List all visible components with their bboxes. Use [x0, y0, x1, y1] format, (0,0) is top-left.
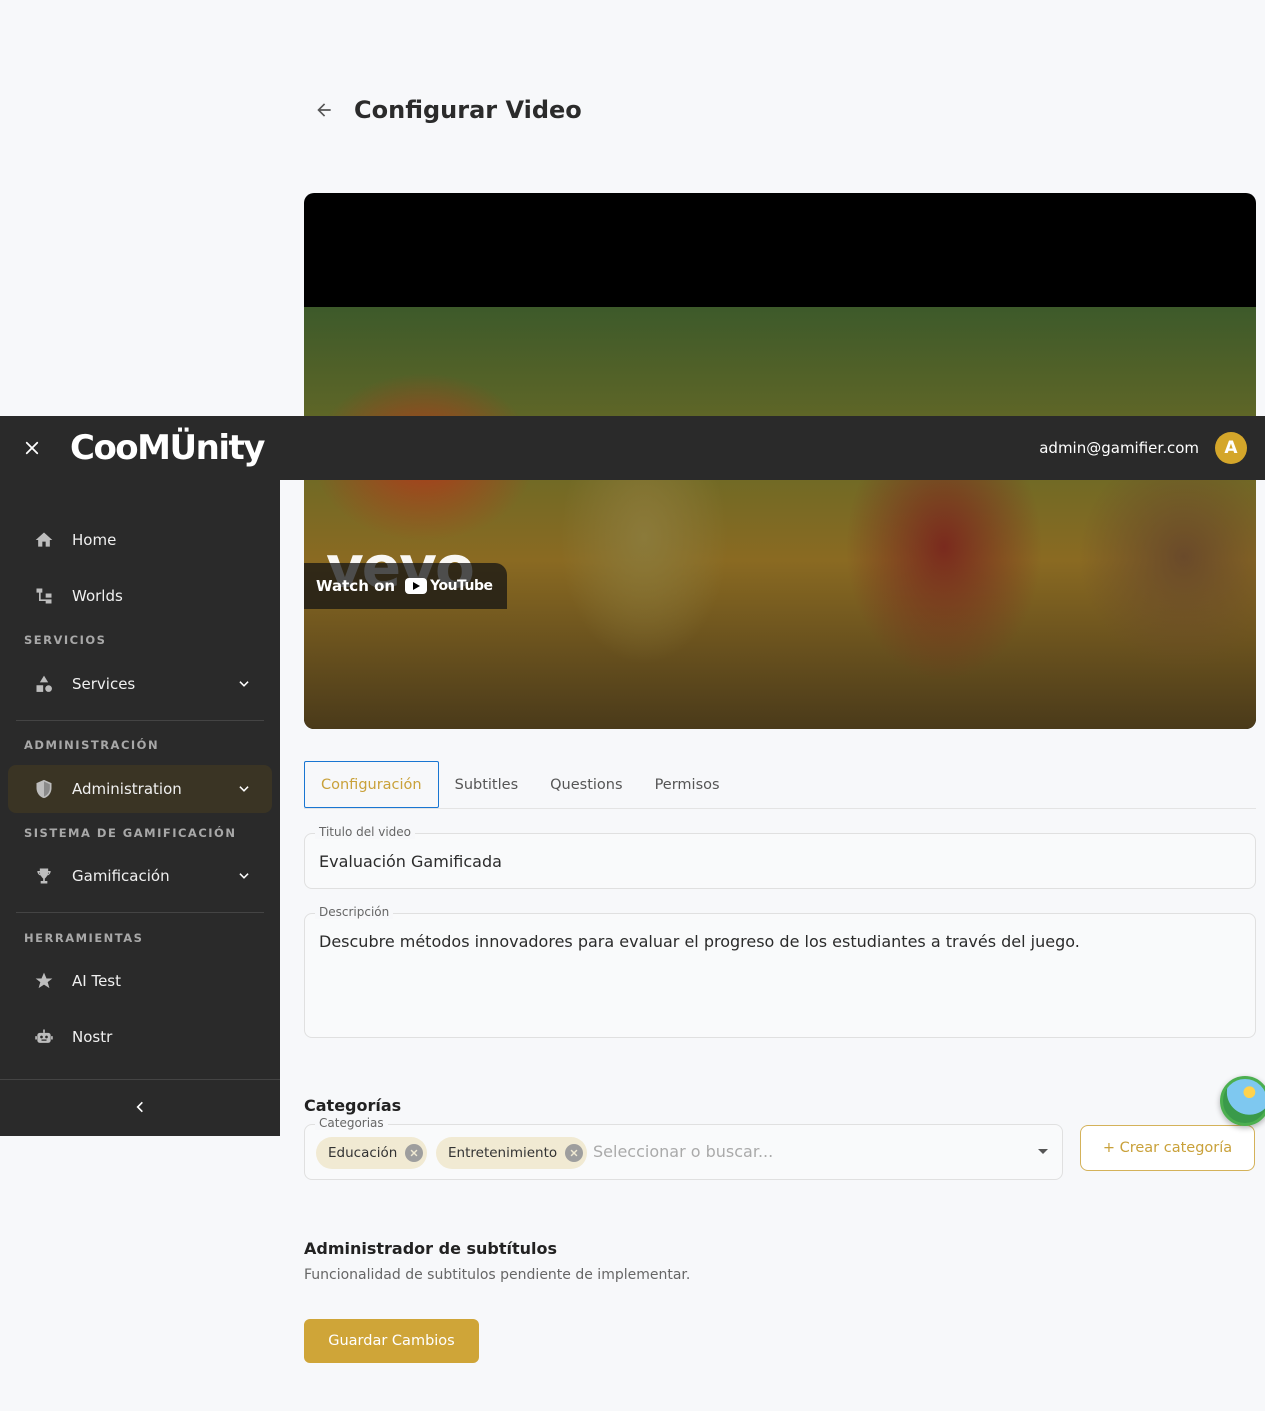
chevron-down-icon[interactable] — [234, 674, 254, 694]
section-servicios: SERVICIOS — [24, 633, 107, 647]
chevron-down-icon[interactable] — [234, 779, 254, 799]
save-changes-button[interactable]: Guardar Cambios — [304, 1319, 479, 1363]
beach-avatar-icon[interactable] — [1220, 1076, 1265, 1126]
logo-text: CooMÜnity — [70, 428, 265, 468]
youtube-play-icon — [405, 578, 428, 594]
categories-select[interactable]: Categorias Educación Entretenimiento — [304, 1116, 1063, 1180]
services-icon — [32, 672, 56, 696]
youtube-wordmark: YouTube — [430, 578, 493, 594]
arrow-back-icon[interactable] — [312, 98, 336, 122]
page-title: Configurar Video — [354, 96, 582, 124]
watch-on-youtube-button[interactable]: Watch on YouTube — [304, 563, 507, 609]
trophy-icon — [32, 864, 56, 888]
chevron-left-icon — [133, 1099, 147, 1118]
shield-icon — [32, 777, 56, 801]
collapse-sidebar-button[interactable] — [0, 1079, 280, 1136]
sidebar-divider — [16, 912, 264, 913]
remove-chip-icon[interactable] — [405, 1144, 424, 1162]
sidebar-item-label: Gamificación — [72, 867, 170, 885]
star-icon — [32, 969, 56, 993]
chevron-down-icon[interactable] — [234, 866, 254, 886]
tab-configuracion[interactable]: Configuración — [304, 761, 439, 808]
chip-label: Educación — [328, 1145, 398, 1161]
sidebar-item-administration[interactable]: Administration — [8, 765, 272, 813]
sidebar-item-label: Home — [72, 531, 117, 549]
worlds-icon — [32, 584, 56, 608]
video-title-value[interactable]: Evaluación Gamificada — [319, 852, 502, 871]
description-field[interactable]: Descripción Descubre métodos innovadores… — [304, 905, 1256, 1038]
user-email: admin@gamifier.com — [1039, 439, 1199, 457]
category-chip[interactable]: Entretenimiento — [436, 1137, 588, 1169]
subtitles-note: Funcionalidad de subtitulos pendiente de… — [304, 1267, 691, 1283]
section-administracion: ADMINISTRACIÓN — [24, 738, 160, 752]
tab-permisos[interactable]: Permisos — [639, 761, 736, 808]
description-value[interactable]: Descubre métodos innovadores para evalua… — [319, 932, 1080, 951]
page-header: Configurar Video — [312, 96, 582, 124]
sidebar-item-nostr[interactable]: Nostr — [8, 1013, 272, 1061]
category-search-input[interactable] — [593, 1142, 993, 1161]
close-icon[interactable] — [18, 434, 46, 462]
coomunity-logo[interactable]: CooMÜnity — [70, 428, 265, 468]
tab-subtitles[interactable]: Subtitles — [439, 761, 535, 808]
sidebar-item-label: Services — [72, 675, 136, 693]
sidebar-item-services[interactable]: Services — [8, 660, 272, 708]
chip-label: Entretenimiento — [448, 1145, 558, 1161]
sidebar: Home Worlds SERVICIOS Services ADMINISTR… — [0, 480, 280, 1136]
sidebar-item-label: Nostr — [72, 1028, 113, 1046]
sidebar-item-home[interactable]: Home — [8, 516, 272, 564]
tab-bar: Configuración Subtitles Questions Permis… — [304, 761, 1256, 809]
robot-icon — [32, 1025, 56, 1049]
sidebar-item-ai-test[interactable]: AI Test — [8, 957, 272, 1005]
user-area: admin@gamifier.com A — [1039, 432, 1247, 464]
avatar[interactable]: A — [1215, 432, 1247, 464]
sidebar-divider — [16, 720, 264, 721]
section-gamificacion: SISTEMA DE GAMIFICACIÓN — [24, 826, 237, 840]
sidebar-item-gamificacion[interactable]: Gamificación — [8, 852, 272, 900]
sidebar-item-label: Administration — [72, 780, 182, 798]
sidebar-item-worlds[interactable]: Worlds — [8, 572, 272, 620]
watch-on-label: Watch on — [316, 577, 396, 595]
top-app-bar: CooMÜnity admin@gamifier.com A — [0, 416, 1265, 480]
dropdown-arrow-icon[interactable] — [1038, 1149, 1048, 1154]
tab-questions[interactable]: Questions — [534, 761, 638, 808]
subtitles-admin-title: Administrador de subtítulos — [304, 1239, 558, 1258]
youtube-logo: YouTube — [405, 578, 493, 594]
categories-field-label: Categorias — [315, 1116, 388, 1130]
sidebar-item-label: Worlds — [72, 587, 123, 605]
description-label: Descripción — [315, 905, 394, 919]
category-chip[interactable]: Educación — [316, 1137, 428, 1169]
section-herramientas: HERRAMIENTAS — [24, 931, 144, 945]
categories-title: Categorías — [304, 1096, 402, 1115]
sidebar-item-label: AI Test — [72, 972, 121, 990]
create-category-button[interactable]: + Crear categoría — [1080, 1125, 1255, 1171]
video-title-label: Titulo del video — [315, 825, 416, 839]
home-icon — [32, 528, 56, 552]
video-title-field[interactable]: Titulo del video Evaluación Gamificada — [304, 825, 1256, 889]
remove-chip-icon[interactable] — [565, 1144, 584, 1162]
video-thumbnail[interactable] — [304, 307, 1256, 729]
